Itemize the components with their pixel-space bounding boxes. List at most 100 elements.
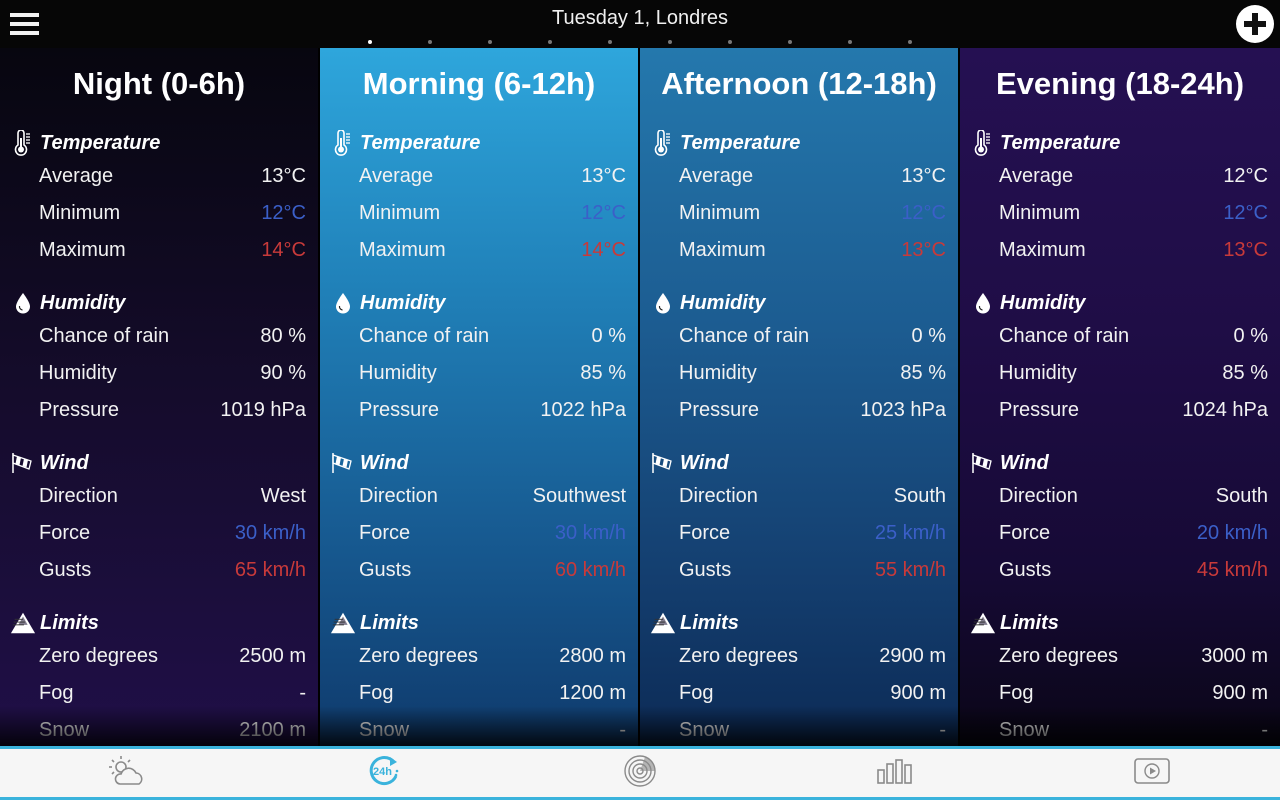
limits-section: Limits Zero degrees 2800 m Fog 1200 m Snow…	[330, 608, 626, 746]
row-value: 12°C	[261, 202, 306, 224]
period-column-night: Night (0-6h) Temperature Average 13°C Min…	[0, 48, 320, 746]
row-value: 13°C	[901, 239, 946, 261]
row-label: Gusts	[39, 559, 92, 581]
limits-section: Limits Zero degrees 2500 m Fog - Snow 2100 …	[10, 608, 306, 746]
row-value: -	[939, 719, 946, 741]
nav-charts[interactable]	[768, 749, 1024, 797]
section-label: Humidity	[360, 291, 446, 314]
page-dot[interactable]	[428, 40, 432, 44]
windsock-icon	[10, 450, 36, 476]
data-row: Snow 2100 m	[10, 712, 306, 746]
section-label: Wind	[1000, 451, 1049, 474]
row-value: 2800 m	[559, 645, 626, 667]
data-row: Pressure 1024 hPa	[970, 392, 1268, 429]
row-value: 14°C	[261, 239, 306, 261]
data-row: Maximum 14°C	[10, 232, 306, 269]
row-label: Minimum	[359, 202, 441, 224]
nav-forecast[interactable]	[0, 749, 256, 797]
page-dot[interactable]	[368, 40, 372, 44]
plus-circle-icon[interactable]	[1236, 5, 1274, 43]
humidity-section: Humidity Chance of rain 0 % Humidity 85 % …	[970, 288, 1268, 429]
page-dot[interactable]	[788, 40, 792, 44]
row-value: 900 m	[1212, 682, 1268, 704]
video-play-icon	[1133, 757, 1171, 790]
nav-radar[interactable]	[512, 749, 768, 797]
data-row: Maximum 13°C	[650, 232, 946, 269]
row-value: -	[619, 719, 626, 741]
row-label: Snow	[679, 719, 730, 741]
section-header: Humidity	[970, 288, 1268, 318]
data-row: Average 13°C	[650, 158, 946, 195]
section-header: Limits	[330, 608, 626, 638]
section-label: Temperature	[360, 131, 481, 154]
row-label: Force	[359, 522, 411, 544]
row-value: 45 km/h	[1196, 559, 1268, 581]
section-label: Temperature	[1000, 131, 1121, 154]
row-value: 85 %	[1222, 362, 1268, 384]
data-row: Minimum 12°C	[330, 195, 626, 232]
row-label: Direction	[679, 485, 758, 507]
page-dot[interactable]	[608, 40, 612, 44]
section-label: Limits	[680, 611, 739, 634]
row-value: 13°C	[901, 165, 946, 187]
page-dot[interactable]	[908, 40, 912, 44]
thermometer-icon	[330, 130, 356, 156]
mountain-limits-icon	[330, 610, 356, 636]
data-row: Humidity 85 %	[330, 355, 626, 392]
data-row: Zero degrees 3000 m	[970, 638, 1268, 675]
data-row: Force 25 km/h	[650, 515, 946, 552]
row-label: Average	[679, 165, 754, 187]
bottom-nav: 24h	[0, 746, 1280, 800]
water-drop-icon	[10, 290, 36, 316]
water-drop-icon	[330, 290, 356, 316]
section-label: Wind	[360, 451, 409, 474]
period-column-afternoon: Afternoon (12-18h) Temperature Average 13…	[640, 48, 960, 746]
thermometer-icon	[10, 130, 36, 156]
page-dot[interactable]	[668, 40, 672, 44]
row-value: 13°C	[1223, 239, 1268, 261]
row-label: Average	[999, 165, 1074, 187]
thermometer-icon	[970, 130, 996, 156]
row-label: Average	[359, 165, 434, 187]
data-row: Snow -	[650, 712, 946, 746]
row-value: -	[299, 682, 306, 704]
period-title: Evening (18-24h)	[995, 66, 1245, 101]
mountain-limits-icon	[970, 610, 996, 636]
row-label: Pressure	[359, 399, 440, 421]
row-label: Force	[999, 522, 1051, 544]
row-value: 30 km/h	[234, 522, 306, 544]
period-title: Night (0-6h)	[72, 66, 246, 101]
section-label: Limits	[360, 611, 419, 634]
data-row: Force 20 km/h	[970, 515, 1268, 552]
row-label: Direction	[999, 485, 1078, 507]
page-dot[interactable]	[728, 40, 732, 44]
page-dot[interactable]	[848, 40, 852, 44]
data-row: Fog -	[10, 675, 306, 712]
data-row: Force 30 km/h	[10, 515, 306, 552]
row-label: Fog	[999, 682, 1034, 704]
nav-video[interactable]	[1024, 749, 1280, 797]
row-label: Zero degrees	[679, 645, 798, 667]
section-header: Temperature	[970, 128, 1268, 158]
nav-24h[interactable]: 24h	[256, 749, 512, 797]
row-value: 12°C	[581, 202, 626, 224]
page-dot[interactable]	[548, 40, 552, 44]
data-row: Zero degrees 2800 m	[330, 638, 626, 675]
row-label: Maximum	[39, 239, 126, 261]
row-label: Zero degrees	[39, 645, 158, 667]
section-header: Humidity	[10, 288, 306, 318]
data-row: Average 12°C	[970, 158, 1268, 195]
section-header: Limits	[650, 608, 946, 638]
row-label: Gusts	[999, 559, 1052, 581]
temperature-section: Temperature Average 13°C Minimum 12°C Maxi…	[330, 128, 626, 269]
data-row: Humidity 85 %	[970, 355, 1268, 392]
row-value: 20 km/h	[1196, 522, 1268, 544]
period-title: Morning (6-12h)	[362, 66, 596, 101]
period-title: Afternoon (12-18h)	[661, 66, 937, 101]
data-row: Pressure 1019 hPa	[10, 392, 306, 429]
period-column-morning: Morning (6-12h) Temperature Average 13°C …	[320, 48, 640, 746]
period-column-evening: Evening (18-24h) Temperature Average 12°C…	[960, 48, 1280, 746]
page-dot[interactable]	[488, 40, 492, 44]
row-value: 85 %	[580, 362, 626, 384]
row-label: Humidity	[39, 362, 117, 384]
